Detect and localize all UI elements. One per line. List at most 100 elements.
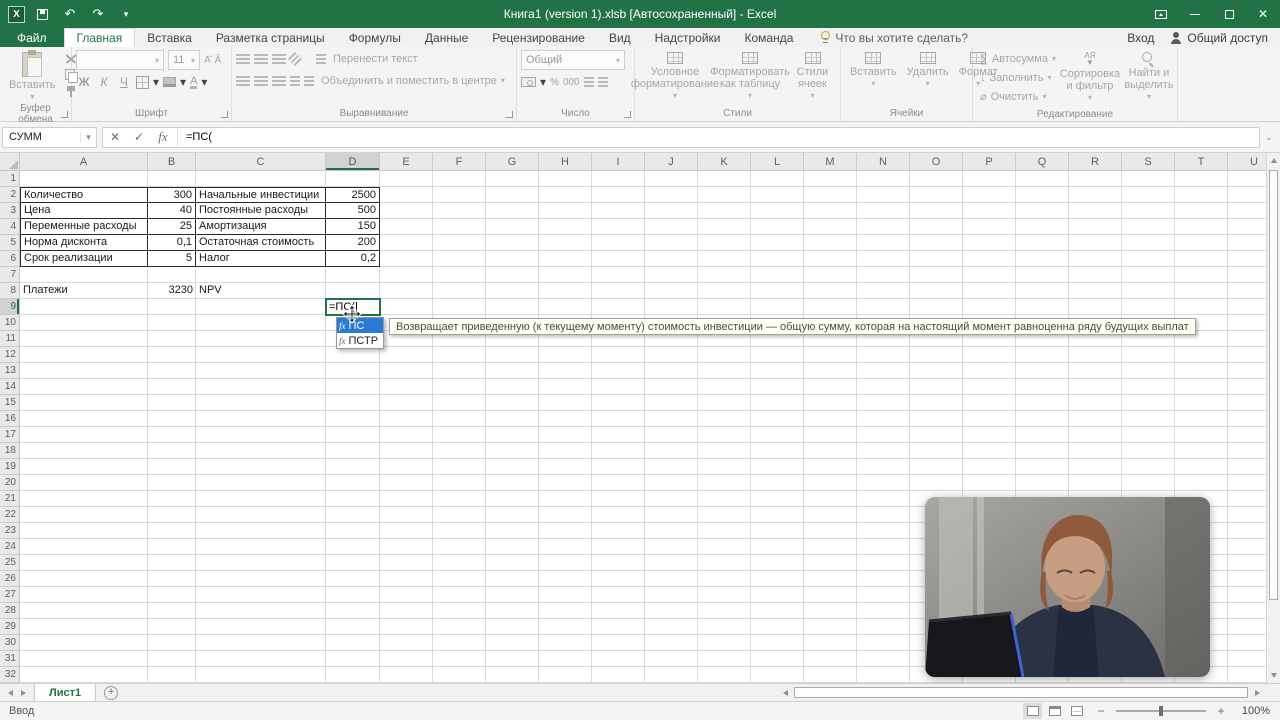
expand-formula-bar-icon[interactable]: ⌄	[1260, 132, 1278, 143]
vertical-scrollbar[interactable]	[1266, 153, 1280, 683]
cell-B5[interactable]: 0,1	[148, 235, 196, 251]
name-box[interactable]: СУММ ▾	[2, 126, 97, 148]
customize-qat-button[interactable]: ▾	[115, 2, 137, 26]
new-sheet-button[interactable]: +	[104, 686, 119, 700]
format-painter-icon[interactable]	[65, 85, 77, 97]
scroll-left-icon[interactable]	[778, 685, 792, 700]
row-header-3[interactable]: 3	[0, 203, 20, 219]
row-header-18[interactable]: 18	[0, 443, 20, 459]
row-header-7[interactable]: 7	[0, 267, 20, 283]
row-header-2[interactable]: 2	[0, 187, 20, 203]
insert-function-button[interactable]: fx	[151, 128, 175, 147]
row-header-26[interactable]: 26	[0, 571, 20, 587]
cell-C2[interactable]: Начальные инвестиции	[196, 187, 326, 203]
decrease-font-size-icon[interactable]: А̌	[215, 55, 222, 66]
underline-button[interactable]: Ч	[116, 75, 132, 89]
column-header-Q[interactable]: Q	[1016, 153, 1069, 170]
row-header-5[interactable]: 5	[0, 235, 20, 251]
align-bottom-icon[interactable]	[272, 53, 286, 64]
column-header-P[interactable]: P	[963, 153, 1016, 170]
increase-indent-icon[interactable]	[304, 75, 314, 86]
row-header-8[interactable]: 8	[0, 283, 20, 299]
page-break-view-button[interactable]	[1067, 703, 1086, 719]
column-header-H[interactable]: H	[539, 153, 592, 170]
tab-главная[interactable]: Главная	[63, 28, 136, 47]
column-header-J[interactable]: J	[645, 153, 698, 170]
save-button[interactable]	[31, 2, 53, 26]
row-header-30[interactable]: 30	[0, 635, 20, 651]
worksheet-grid[interactable]: =ПС( fx ПС fx ПСТР Возвращает приведенную (…	[0, 171, 1266, 683]
cell-A2[interactable]: Количество	[20, 187, 148, 203]
row-header-20[interactable]: 20	[0, 475, 20, 491]
ribbon-display-options-button[interactable]	[1144, 0, 1178, 28]
cut-icon[interactable]	[65, 53, 77, 65]
cell-C6[interactable]: Налог	[196, 251, 326, 267]
scroll-right-icon[interactable]	[1250, 685, 1264, 700]
column-header-M[interactable]: M	[804, 153, 857, 170]
align-top-icon[interactable]	[236, 53, 250, 64]
font-name-select[interactable]: ▾	[76, 50, 164, 70]
column-header-T[interactable]: T	[1175, 153, 1228, 170]
fill-color-icon[interactable]	[163, 77, 177, 87]
insert-cells-button[interactable]: Вставить ▾	[845, 50, 902, 92]
cell-D2[interactable]: 2500	[326, 187, 380, 203]
next-sheet-icon[interactable]	[21, 689, 26, 696]
decrease-indent-icon[interactable]	[290, 75, 300, 86]
row-header-27[interactable]: 27	[0, 587, 20, 603]
tab-надстройки[interactable]: Надстройки	[643, 28, 733, 47]
page-layout-view-button[interactable]	[1045, 703, 1064, 719]
column-header-D[interactable]: D	[326, 153, 380, 170]
cell-C3[interactable]: Постоянные расходы	[196, 203, 326, 219]
increase-decimal-icon[interactable]	[583, 77, 594, 87]
increase-font-size-icon[interactable]: А̂	[204, 55, 211, 66]
accounting-format-icon[interactable]	[521, 77, 536, 87]
tab-данные[interactable]: Данные	[413, 28, 480, 47]
zoom-slider-thumb[interactable]	[1159, 706, 1163, 716]
align-center-icon[interactable]	[254, 75, 268, 86]
delete-cells-button[interactable]: Удалить ▾	[902, 50, 954, 92]
column-header-U[interactable]: U	[1228, 153, 1266, 170]
column-header-A[interactable]: A	[20, 153, 148, 170]
scroll-down-icon[interactable]	[1267, 668, 1280, 683]
comma-style-button[interactable]: 000	[563, 77, 580, 88]
cell-styles-button[interactable]: Стили ячеек ▾	[789, 50, 836, 104]
cell-A6[interactable]: Срок реализации	[20, 251, 148, 267]
row-header-28[interactable]: 28	[0, 603, 20, 619]
sort-filter-button[interactable]: АЯ ▼ Сортировка и фильтр ▾	[1059, 50, 1121, 106]
cell-B6[interactable]: 5	[148, 251, 196, 267]
font-color-icon[interactable]: А	[190, 75, 198, 89]
vertical-scrollbar-thumb[interactable]	[1269, 170, 1278, 600]
wrap-text-button[interactable]: Перенести текст	[330, 50, 421, 67]
tab-формулы[interactable]: Формулы	[337, 28, 413, 47]
cell-C5[interactable]: Остаточная стоимость	[196, 235, 326, 251]
copy-icon[interactable]	[64, 69, 78, 83]
row-header-29[interactable]: 29	[0, 619, 20, 635]
column-header-K[interactable]: K	[698, 153, 751, 170]
autocomplete-item-ПСТР[interactable]: fx ПСТР	[337, 333, 383, 348]
row-header-32[interactable]: 32	[0, 667, 20, 683]
align-middle-icon[interactable]	[254, 53, 268, 64]
column-header-L[interactable]: L	[751, 153, 804, 170]
fill-button[interactable]: ↓ Заполнить ▾	[977, 69, 1059, 86]
row-header-9[interactable]: 9	[0, 299, 20, 315]
cell-D6[interactable]: 0,2	[326, 251, 380, 267]
bold-button[interactable]: Ж	[76, 75, 92, 89]
cell-D3[interactable]: 500	[326, 203, 380, 219]
number-dialog-launcher[interactable]	[624, 111, 631, 118]
tab-вставка[interactable]: Вставка	[135, 28, 204, 47]
tab-file[interactable]: Файл	[0, 28, 64, 47]
row-header-12[interactable]: 12	[0, 347, 20, 363]
align-left-icon[interactable]	[236, 75, 250, 86]
font-dialog-launcher[interactable]	[221, 111, 228, 118]
column-header-G[interactable]: G	[486, 153, 539, 170]
autosum-button[interactable]: ∑ Автосумма ▾	[977, 50, 1059, 67]
cell-A8[interactable]: Платежи	[20, 283, 148, 299]
row-header-21[interactable]: 21	[0, 491, 20, 507]
previous-sheet-icon[interactable]	[8, 689, 13, 696]
share-button[interactable]: Общий доступ	[1170, 31, 1268, 45]
decrease-decimal-icon[interactable]	[597, 77, 608, 87]
column-header-O[interactable]: O	[910, 153, 963, 170]
scroll-up-icon[interactable]	[1267, 153, 1280, 168]
undo-button[interactable]: ↶	[59, 2, 81, 26]
align-right-icon[interactable]	[272, 75, 286, 86]
